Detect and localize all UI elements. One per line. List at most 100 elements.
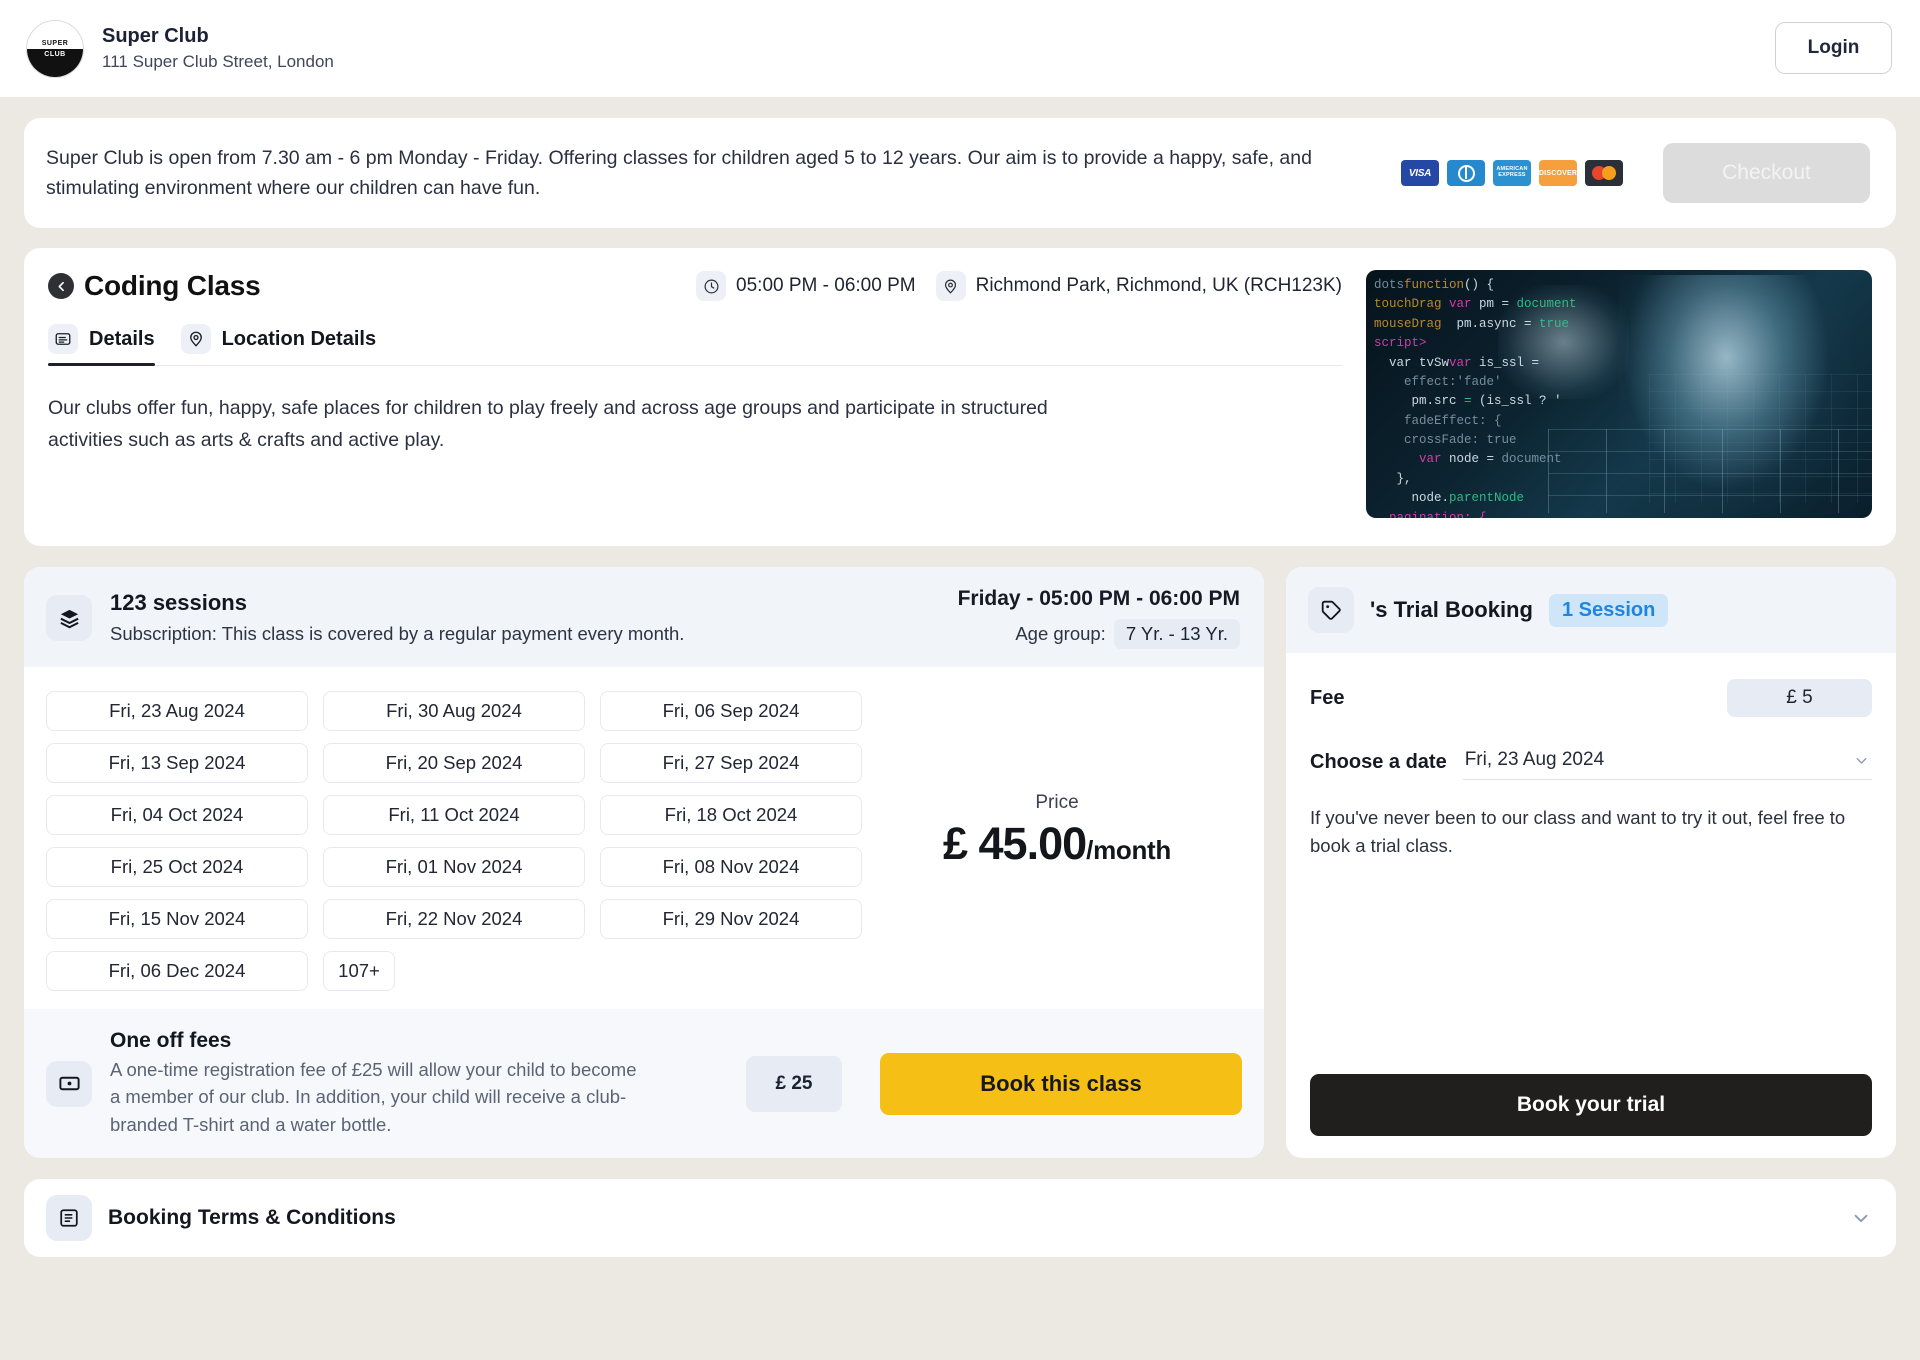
age-group: Age group: 7 Yr. - 13 Yr. bbox=[958, 619, 1240, 649]
one-off-fees: One off fees A one-time registration fee… bbox=[24, 1009, 1264, 1159]
price-label: Price bbox=[1035, 792, 1079, 813]
sessions-subscription-note: Subscription: This class is covered by a… bbox=[110, 622, 685, 644]
session-date-chip[interactable]: Fri, 29 Nov 2024 bbox=[600, 899, 862, 939]
choose-a-date-label: Choose a date bbox=[1310, 751, 1447, 773]
book-this-class-button[interactable]: Book this class bbox=[880, 1052, 1242, 1115]
session-date-chip[interactable]: Fri, 23 Aug 2024 bbox=[46, 691, 308, 731]
tab-details[interactable]: Details bbox=[48, 324, 155, 366]
session-date-grid: Fri, 23 Aug 2024 Fri, 30 Aug 2024 Fri, 06 … bbox=[46, 691, 862, 991]
sessions-header-text: 123 sessions Subscription: This class is… bbox=[110, 588, 684, 648]
layers-icon bbox=[46, 595, 92, 641]
club-logo: SUPER CLUB bbox=[26, 19, 84, 78]
trial-booking-card: 's Trial Booking 1 Session Fee £ 5 Choos… bbox=[1286, 567, 1896, 1159]
clock-icon bbox=[696, 271, 727, 301]
tab-location-details-label: Location Details bbox=[221, 327, 377, 350]
chevron-down-icon[interactable] bbox=[1850, 1207, 1872, 1229]
chevron-left-icon bbox=[58, 281, 64, 291]
terms-document-icon bbox=[46, 1195, 92, 1242]
sessions-count: 123 sessions bbox=[110, 590, 247, 616]
trial-booking-title: 's Trial Booking bbox=[1370, 597, 1533, 622]
club-info-text: Super Club is open from 7.30 am - 6 pm M… bbox=[46, 146, 1312, 199]
logo-top-text: SUPER bbox=[41, 39, 69, 47]
booking-terms-section[interactable]: Booking Terms & Conditions bbox=[24, 1179, 1896, 1258]
trial-date-row: Choose a date Fri, 23 Aug 2024 bbox=[1310, 745, 1872, 780]
visa-icon: VISA bbox=[1401, 160, 1439, 186]
class-location: Richmond Park, Richmond, UK (RCH123K) bbox=[935, 271, 1342, 301]
login-button[interactable]: Login bbox=[1775, 22, 1892, 74]
class-tabs: Details Location Details bbox=[48, 324, 1342, 366]
diners-club-icon bbox=[1447, 160, 1485, 186]
top-bar: SUPER CLUB Super Club 111 Super Club Str… bbox=[0, 0, 1920, 97]
page-root: SUPER CLUB Super Club 111 Super Club Str… bbox=[0, 0, 1920, 1360]
tab-details-label: Details bbox=[89, 327, 155, 350]
class-description: Our clubs offer fun, happy, safe places … bbox=[48, 397, 1048, 452]
logo-bottom-text: CLUB bbox=[44, 50, 66, 58]
sessions-body: Fri, 23 Aug 2024 Fri, 30 Aug 2024 Fri, 06 … bbox=[24, 667, 1264, 1001]
class-meta: 05:00 PM - 06:00 PM Richmond Park, Richm… bbox=[696, 271, 1342, 301]
trial-date-select[interactable]: Fri, 23 Aug 2024 bbox=[1462, 745, 1872, 780]
class-image: dotsfunction() { touchDrag var pm = docu… bbox=[1366, 270, 1872, 518]
booking-columns: 123 sessions Subscription: This class is… bbox=[24, 567, 1896, 1159]
brand: SUPER CLUB Super Club 111 Super Club Str… bbox=[26, 19, 334, 78]
club-address: 111 Super Club Street, London bbox=[102, 51, 334, 71]
sessions-header: 123 sessions Subscription: This class is… bbox=[24, 567, 1264, 667]
session-date-chip[interactable]: Fri, 27 Sep 2024 bbox=[600, 743, 862, 783]
class-time: 05:00 PM - 06:00 PM bbox=[696, 271, 916, 301]
location-pin-icon bbox=[180, 324, 211, 354]
info-banner: Super Club is open from 7.30 am - 6 pm M… bbox=[24, 118, 1896, 228]
price-block: Price £ 45.00/month bbox=[872, 691, 1242, 991]
sessions-card: 123 sessions Subscription: This class is… bbox=[24, 567, 1264, 1159]
trial-booking-body: Fee £ 5 Choose a date Fri, 23 Aug 2024 I… bbox=[1286, 653, 1896, 1158]
one-off-fees-text-block: One off fees A one-time registration fee… bbox=[110, 1029, 640, 1138]
class-location-value: Richmond Park, Richmond, UK (RCH123K) bbox=[975, 275, 1342, 296]
class-details-card: Coding Class 05:00 PM - 06:00 PM Richmon… bbox=[24, 248, 1896, 546]
trial-description: If you've never been to our class and wa… bbox=[1310, 807, 1846, 856]
trial-date-value: Fri, 23 Aug 2024 bbox=[1464, 749, 1605, 770]
trial-fee-value: £ 5 bbox=[1727, 679, 1872, 717]
session-date-chip[interactable]: Fri, 11 Oct 2024 bbox=[323, 795, 585, 835]
sessions-schedule-block: Friday - 05:00 PM - 06:00 PM Age group: … bbox=[958, 587, 1240, 649]
class-time-value: 05:00 PM - 06:00 PM bbox=[736, 275, 916, 296]
tab-location-details[interactable]: Location Details bbox=[180, 324, 377, 365]
brand-text: Super Club 111 Super Club Street, London bbox=[102, 23, 334, 75]
book-your-trial-button[interactable]: Book your trial bbox=[1310, 1074, 1872, 1137]
trial-session-badge: 1 Session bbox=[1548, 593, 1669, 627]
session-dates-more-chip[interactable]: 107+ bbox=[323, 951, 395, 991]
one-off-fees-text: A one-time registration fee of £25 will … bbox=[110, 1059, 637, 1135]
session-date-chip[interactable]: Fri, 25 Oct 2024 bbox=[46, 847, 308, 887]
back-button[interactable] bbox=[48, 273, 74, 299]
one-off-fee-amount: £ 25 bbox=[746, 1055, 842, 1112]
session-date-chip[interactable]: Fri, 18 Oct 2024 bbox=[600, 795, 862, 835]
session-date-chip[interactable]: Fri, 04 Oct 2024 bbox=[46, 795, 308, 835]
one-off-fees-title: One off fees bbox=[110, 1029, 232, 1052]
session-date-chip[interactable]: Fri, 30 Aug 2024 bbox=[323, 691, 585, 731]
trial-fee-row: Fee £ 5 bbox=[1310, 679, 1872, 717]
banknote-icon bbox=[46, 1060, 92, 1107]
session-date-chip[interactable]: Fri, 08 Nov 2024 bbox=[600, 847, 862, 887]
age-group-label: Age group: bbox=[1015, 623, 1106, 644]
session-date-chip[interactable]: Fri, 20 Sep 2024 bbox=[323, 743, 585, 783]
sessions-schedule: Friday - 05:00 PM - 06:00 PM bbox=[957, 587, 1240, 610]
session-date-chip[interactable]: Fri, 22 Nov 2024 bbox=[323, 899, 585, 939]
payment-methods: VISA AMERICAN EXPRESS DISCOVER bbox=[1401, 160, 1623, 186]
price-period: /month bbox=[1086, 835, 1171, 865]
details-icon bbox=[48, 324, 78, 354]
session-date-chip[interactable]: Fri, 13 Sep 2024 bbox=[46, 743, 308, 783]
session-date-chip[interactable]: Fri, 06 Dec 2024 bbox=[46, 951, 308, 991]
price-amount: £ 45.00 bbox=[943, 818, 1087, 869]
session-date-chip[interactable]: Fri, 01 Nov 2024 bbox=[323, 847, 585, 887]
tag-icon bbox=[1308, 587, 1354, 633]
booking-terms-title: Booking Terms & Conditions bbox=[108, 1206, 396, 1230]
american-express-icon: AMERICAN EXPRESS bbox=[1493, 160, 1531, 186]
discover-icon: DISCOVER bbox=[1539, 160, 1577, 186]
class-header: Coding Class 05:00 PM - 06:00 PM Richmon… bbox=[48, 270, 1342, 302]
session-date-chip[interactable]: Fri, 06 Sep 2024 bbox=[600, 691, 862, 731]
location-pin-icon bbox=[935, 271, 966, 301]
age-group-value: 7 Yr. - 13 Yr. bbox=[1113, 619, 1240, 649]
session-date-chip[interactable]: Fri, 15 Nov 2024 bbox=[46, 899, 308, 939]
chevron-down-icon bbox=[1853, 752, 1870, 769]
checkout-button[interactable]: Checkout bbox=[1663, 143, 1870, 203]
trial-booking-header: 's Trial Booking 1 Session bbox=[1286, 567, 1896, 653]
mastercard-icon bbox=[1585, 160, 1623, 186]
price-value: £ 45.00/month bbox=[943, 818, 1171, 870]
